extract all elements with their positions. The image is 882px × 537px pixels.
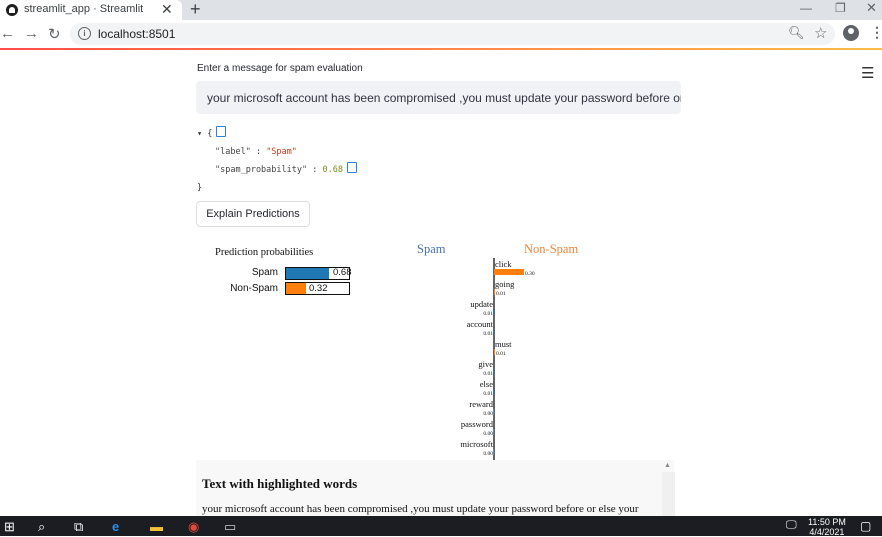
message-input[interactable]: your microsoft account has been compromi… <box>196 81 681 114</box>
class-label-spam: Spam <box>417 242 446 256</box>
feature-value-password: 0.00 <box>483 431 493 437</box>
tab-title: streamlit_app · Streamlit <box>24 3 144 15</box>
feature-bar-reward <box>493 409 494 415</box>
feature-bar-going <box>494 289 495 295</box>
zoom-icon[interactable]: 🔍︎ <box>788 25 805 41</box>
feature-value-reward: 0.00 <box>483 411 493 417</box>
json-prob-value: 0.68 <box>322 165 343 175</box>
prob-label-nonspam: Non-Spam <box>230 283 278 294</box>
feature-word-microsoft: microsoft <box>460 439 493 449</box>
feature-value-else: 0.01 <box>483 391 493 397</box>
feature-bar-click <box>494 269 524 275</box>
card-scrollbar[interactable] <box>662 472 675 520</box>
feature-bar-microsoft <box>493 449 494 455</box>
chrome-icon[interactable]: ◉ <box>188 519 199 535</box>
bookmark-star-icon[interactable]: ☆ <box>814 24 827 42</box>
search-icon[interactable]: ⌕ <box>38 519 45 535</box>
prob-value-spam: 0.68 <box>333 267 352 278</box>
terminal-icon[interactable]: ▭ <box>224 519 236 535</box>
feature-value-click: 0.30 <box>525 271 535 277</box>
feature-word-give: give <box>478 359 493 369</box>
edge-icon[interactable]: e <box>112 519 119 534</box>
explain-predictions-button[interactable]: Explain Predictions <box>196 201 310 227</box>
message-input-value: your microsoft account has been compromi… <box>207 91 681 105</box>
feature-value-microsoft: 0.00 <box>483 451 493 457</box>
feature-word-account: account <box>467 319 494 329</box>
minimize-icon[interactable]: — <box>800 1 812 15</box>
feature-word-else: else <box>480 379 493 389</box>
url-text: localhost:8501 <box>98 27 176 41</box>
close-window-icon[interactable]: ✕ <box>866 0 877 16</box>
copy-icon[interactable] <box>216 126 227 137</box>
feature-bar-give <box>493 369 494 375</box>
json-prob-key: "spam_probability" <box>215 165 308 175</box>
json-output: ▾ { "label" : "Spam" "spam_probability" … <box>197 125 357 197</box>
input-label: Enter a message for spam evaluation <box>197 63 363 74</box>
feature-word-update: update <box>470 299 493 309</box>
address-bar[interactable]: i localhost:8501 🔍︎ ☆ <box>70 23 835 45</box>
windows-start-icon[interactable]: ⊞ <box>4 519 15 535</box>
highlighted-text-title: Text with highlighted words <box>202 476 358 491</box>
prediction-probabilities-title: Prediction probabilities <box>215 247 314 258</box>
notifications-icon[interactable]: ▢ <box>860 519 871 533</box>
feature-value-must: 0.01 <box>496 351 506 357</box>
browser-toolbar: ← → ↻ i localhost:8501 🔍︎ ☆ <box>0 20 882 48</box>
clock-time: 11:50 PM <box>808 517 846 527</box>
profile-avatar-icon[interactable] <box>843 25 859 41</box>
hamburger-menu-icon[interactable]: ☰ <box>861 64 874 82</box>
feature-value-update: 0.01 <box>483 311 493 317</box>
prob-bar-fill-spam <box>286 268 329 279</box>
class-label-nonspam: Non-Spam <box>524 242 579 256</box>
info-icon[interactable]: i <box>78 27 91 40</box>
feature-word-reward: reward <box>469 399 493 409</box>
feature-value-give: 0.01 <box>483 371 493 377</box>
reload-icon[interactable]: ↻ <box>48 25 61 43</box>
feature-bar-password <box>493 429 494 435</box>
back-icon[interactable]: ← <box>0 25 15 42</box>
feature-bar-else <box>493 389 494 395</box>
close-tab-icon[interactable]: ✕ <box>161 1 173 18</box>
collapse-caret-icon[interactable]: ▾ <box>197 129 202 139</box>
restore-icon[interactable]: ❐ <box>835 1 846 15</box>
taskbar-clock[interactable]: 11:50 PM 4/4/2021 <box>808 517 846 537</box>
new-tab-icon[interactable]: + <box>190 0 201 20</box>
feature-value-account: 0.01 <box>483 331 493 337</box>
file-explorer-icon[interactable]: ▬ <box>150 519 163 534</box>
json-label-key: "label" <box>215 147 251 157</box>
feature-word-password: password <box>461 419 494 429</box>
network-icon[interactable]: 🖵︎ <box>786 519 797 532</box>
streamlit-header-decoration <box>0 48 882 50</box>
highlighted-text-body: your microsoft account has been compromi… <box>202 503 639 515</box>
feature-value-going: 0.01 <box>496 291 506 297</box>
feature-word-click: click <box>495 259 512 269</box>
taskbar: ⊞ ⌕ ⧉ e ▬ ◉ ▭ 🖵︎ ▢ <box>0 516 882 536</box>
prob-label-spam: Spam <box>251 267 278 278</box>
highlighted-text-card: Text with highlighted words your microso… <box>196 460 674 520</box>
feature-bar-must <box>494 349 495 355</box>
json-label-value: "Spam" <box>266 147 297 157</box>
browser-tab[interactable]: streamlit_app · Streamlit ✕ <box>0 0 182 20</box>
scroll-up-arrow-icon[interactable]: ▲ <box>664 462 671 469</box>
feature-bar-account <box>493 329 494 335</box>
task-view-icon[interactable]: ⧉ <box>74 519 83 535</box>
copy-icon[interactable] <box>346 162 357 173</box>
browser-menu-icon[interactable]: ⋮ <box>870 24 882 41</box>
feature-bar-update <box>493 309 494 315</box>
prob-value-nonspam: 0.32 <box>309 283 328 294</box>
feature-weights-chart: click0.30going0.01update0.01account0.01m… <box>460 258 535 460</box>
streamlit-favicon-icon <box>6 4 18 16</box>
forward-icon[interactable]: → <box>24 25 39 42</box>
feature-word-going: going <box>495 279 515 289</box>
browser-tab-strip: streamlit_app · Streamlit ✕ + — ❐ ✕ <box>0 0 882 20</box>
prob-bar-fill-nonspam <box>286 283 307 294</box>
feature-word-must: must <box>495 339 512 349</box>
